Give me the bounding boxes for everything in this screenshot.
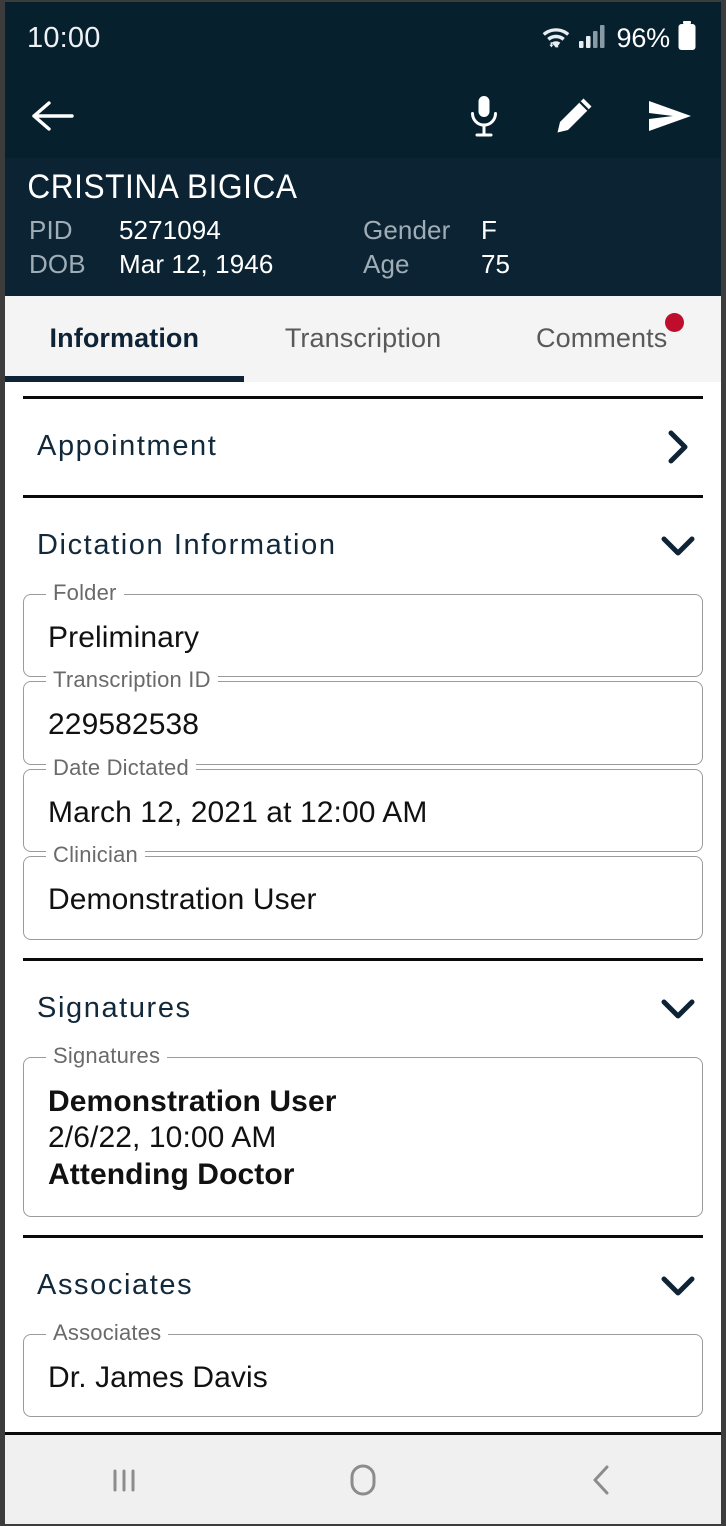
field-transcription-id-value: 229582538 xyxy=(48,708,200,742)
patient-name: CRISTINA BIGICA xyxy=(27,168,298,206)
tab-information-label: Information xyxy=(49,323,200,353)
patient-age-label: Age xyxy=(363,248,410,279)
field-date-dictated-value: March 12, 2021 at 12:00 AM xyxy=(48,795,428,829)
patient-gender-value: F xyxy=(481,214,497,245)
field-associates[interactable]: Associates Dr. James Davis xyxy=(23,1321,703,1418)
microphone-icon[interactable] xyxy=(467,94,501,138)
section-dictation-title: Dictation Information xyxy=(37,529,337,561)
tab-transcription-label: Transcription xyxy=(284,323,442,353)
field-folder[interactable]: Folder Preliminary xyxy=(23,581,703,678)
information-tab-content: Appointment Dictation Information Folder… xyxy=(5,381,721,1432)
field-signatures-label: Signatures xyxy=(46,1044,168,1067)
system-back-icon[interactable] xyxy=(542,1460,662,1500)
spacer-before-signatures xyxy=(5,944,721,958)
content-top-spacer xyxy=(5,382,721,396)
spacer-before-associates xyxy=(5,1221,721,1235)
field-transcription-id-label: Transcription ID xyxy=(46,669,218,692)
wifi-icon xyxy=(541,23,571,54)
comments-unread-badge-dot xyxy=(665,312,685,332)
field-transcription-id[interactable]: Transcription ID 229582538 xyxy=(23,669,703,765)
signature-timestamp: 2/6/22, 10:00 AM xyxy=(48,1121,277,1155)
field-date-dictated[interactable]: Date Dictated March 12, 2021 at 12:00 AM xyxy=(23,756,703,853)
app-bar xyxy=(5,74,721,158)
section-appointment-title: Appointment xyxy=(37,430,218,462)
app-bar-actions xyxy=(467,94,693,138)
signature-signer-name: Demonstration User xyxy=(48,1084,337,1118)
patient-pid-label: PID xyxy=(29,214,73,245)
status-bar: 10:00 96% xyxy=(5,2,721,74)
field-associates-label: Associates xyxy=(46,1321,169,1344)
tab-transcription[interactable]: Transcription xyxy=(244,296,483,382)
status-bar-clock: 10:00 xyxy=(27,21,101,54)
section-appointment[interactable]: Appointment xyxy=(5,399,721,495)
system-navigation-bar xyxy=(5,1432,721,1524)
tab-comments[interactable]: Comments xyxy=(482,296,721,382)
battery-icon xyxy=(677,20,697,56)
patient-gender-label: Gender xyxy=(363,214,451,245)
tab-comments-label: Comments xyxy=(536,323,668,353)
patient-gender: Gender F xyxy=(363,215,697,246)
chevron-down-icon xyxy=(657,525,699,567)
patient-dob-value: Mar 12, 1946 xyxy=(119,248,274,279)
field-clinician-value: Demonstration User xyxy=(48,883,317,917)
signature-role: Attending Doctor xyxy=(48,1158,295,1192)
phone-screen: 10:00 96% CRISTINA BIGICA PID 5271094 Ge… xyxy=(0,0,726,1526)
tab-bar: Information Transcription Comments xyxy=(5,295,721,382)
field-clinician[interactable]: Clinician Demonstration User xyxy=(23,844,703,940)
home-icon[interactable] xyxy=(303,1458,423,1502)
status-bar-indicators: 96% xyxy=(541,20,697,56)
section-signatures-title: Signatures xyxy=(37,992,192,1025)
field-associates-value: Dr. James Davis xyxy=(48,1360,268,1394)
tab-information[interactable]: Information xyxy=(5,296,244,382)
back-arrow-icon[interactable] xyxy=(31,98,75,134)
patient-age-value: 75 xyxy=(481,248,511,279)
chevron-down-icon xyxy=(657,1265,699,1307)
send-icon[interactable] xyxy=(647,98,693,134)
recents-icon[interactable] xyxy=(64,1460,184,1500)
patient-header: CRISTINA BIGICA PID 5271094 Gender F DOB… xyxy=(5,158,721,296)
patient-details-grid: PID 5271094 Gender F DOB Mar 12, 1946 Ag… xyxy=(5,209,721,280)
chevron-right-icon xyxy=(657,426,699,468)
patient-dob: DOB Mar 12, 1946 xyxy=(29,249,363,280)
chevron-down-icon xyxy=(657,988,699,1030)
field-date-dictated-label: Date Dictated xyxy=(46,756,196,779)
patient-pid-value: 5271094 xyxy=(119,214,221,245)
field-signatures[interactable]: Signatures Demonstration User 2/6/22, 10… xyxy=(23,1044,703,1217)
field-folder-label: Folder xyxy=(46,581,124,604)
patient-age: Age 75 xyxy=(363,249,697,280)
section-associates-title: Associates xyxy=(37,1269,194,1302)
patient-pid: PID 5271094 xyxy=(29,215,363,246)
pencil-icon[interactable] xyxy=(553,95,595,137)
field-folder-value: Preliminary xyxy=(48,620,200,654)
cellular-signal-icon xyxy=(578,23,606,54)
field-clinician-label: Clinician xyxy=(46,844,145,867)
battery-percent-label: 96% xyxy=(616,22,671,53)
patient-dob-label: DOB xyxy=(29,248,86,279)
